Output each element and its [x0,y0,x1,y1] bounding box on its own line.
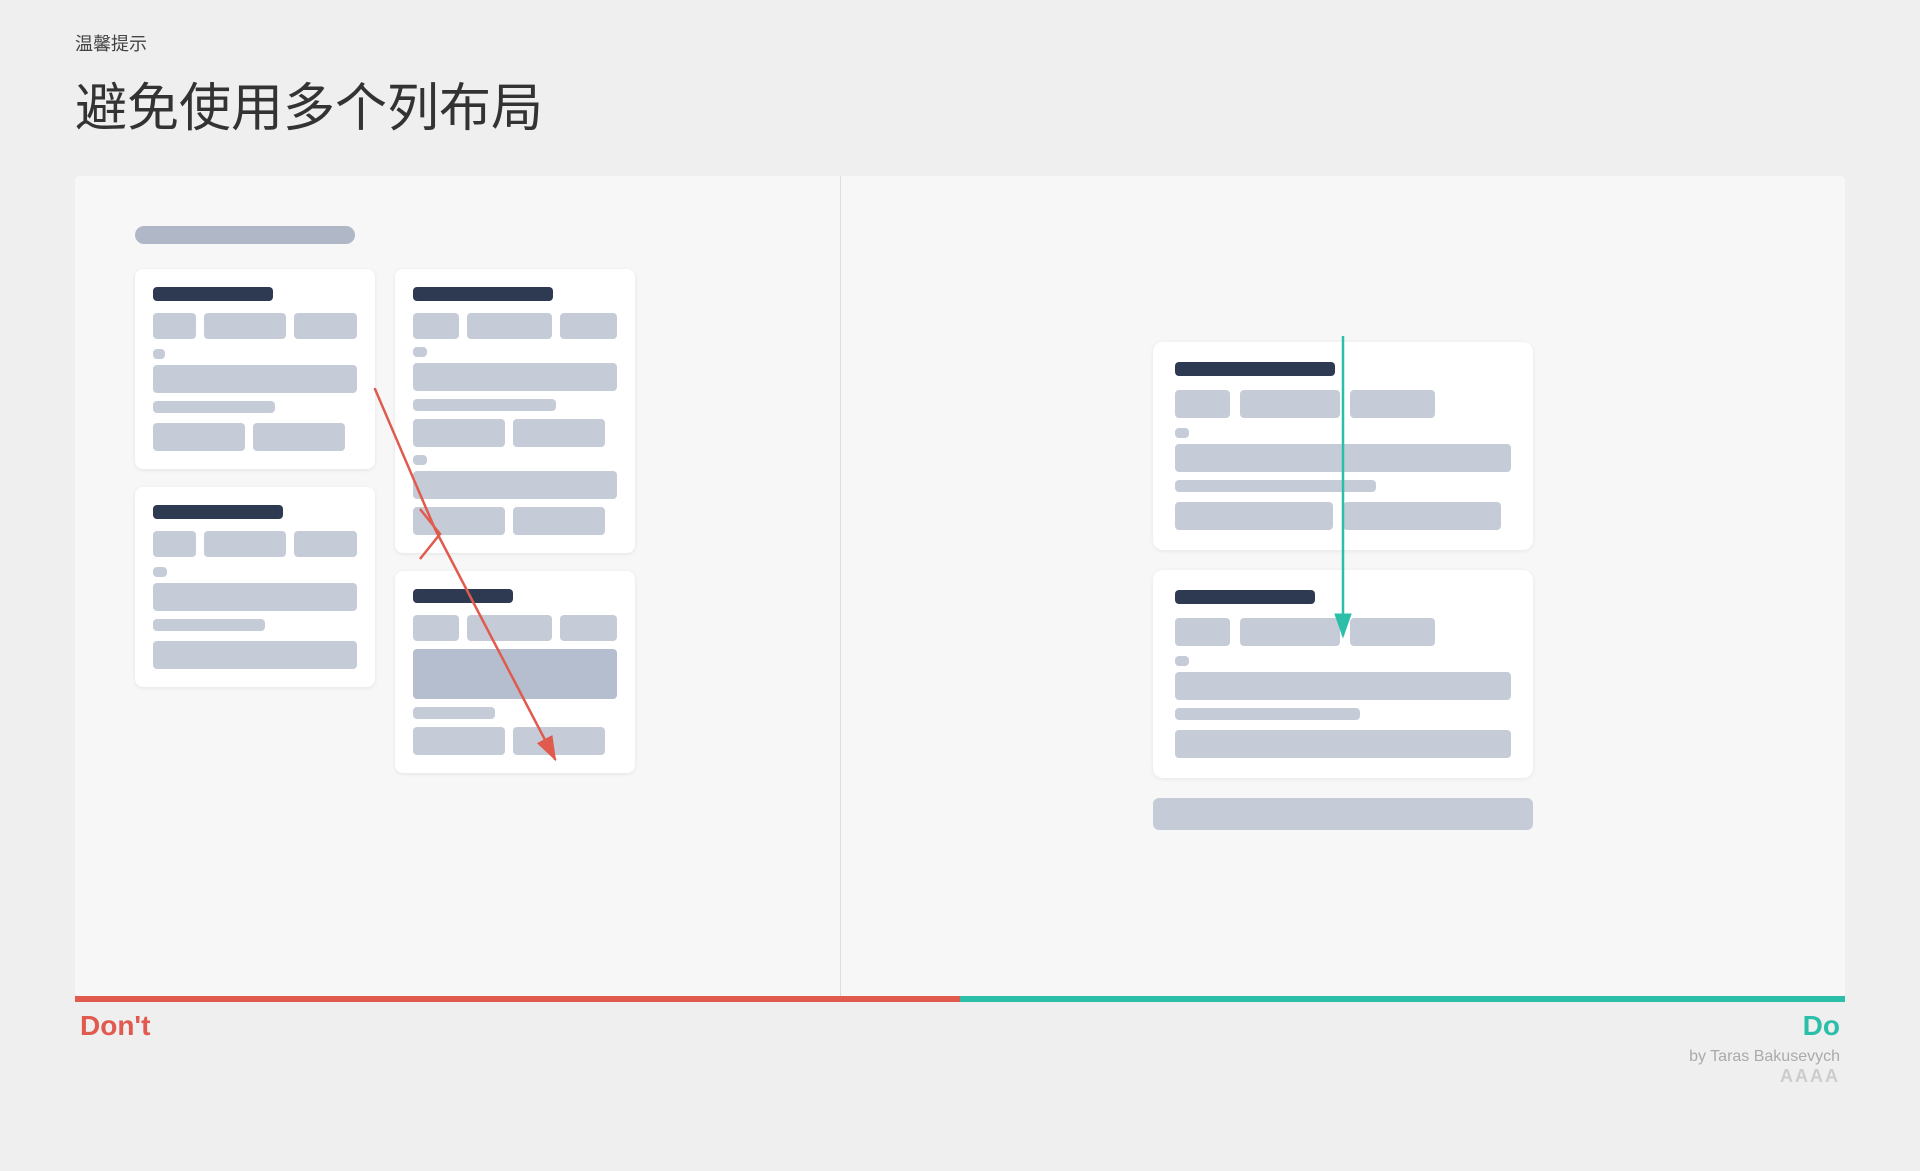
do-label: Do [1803,1010,1840,1042]
main-title: 避免使用多个列布局 [75,66,1845,141]
attribution: by Taras Bakusevych [75,1048,1840,1066]
bottom-bars [75,996,1845,1002]
dont-label: Don't [80,1010,150,1042]
tag-label: 温馨提示 [75,30,1845,56]
do-bar [960,996,1845,1002]
watermark: AAAA [75,1066,1840,1087]
dont-card-1 [135,269,375,469]
panel-right [841,176,1846,996]
panel-left [75,176,841,996]
content-area [75,176,1845,996]
dont-card-4 [395,571,635,773]
page-container: 温馨提示 避免使用多个列布局 [0,0,1920,1171]
do-arrow [1323,336,1363,656]
dont-card-2 [135,487,375,687]
dont-bar [75,996,960,1002]
dont-card-3 [395,269,635,553]
labels-row: Don't Do [75,1010,1845,1042]
